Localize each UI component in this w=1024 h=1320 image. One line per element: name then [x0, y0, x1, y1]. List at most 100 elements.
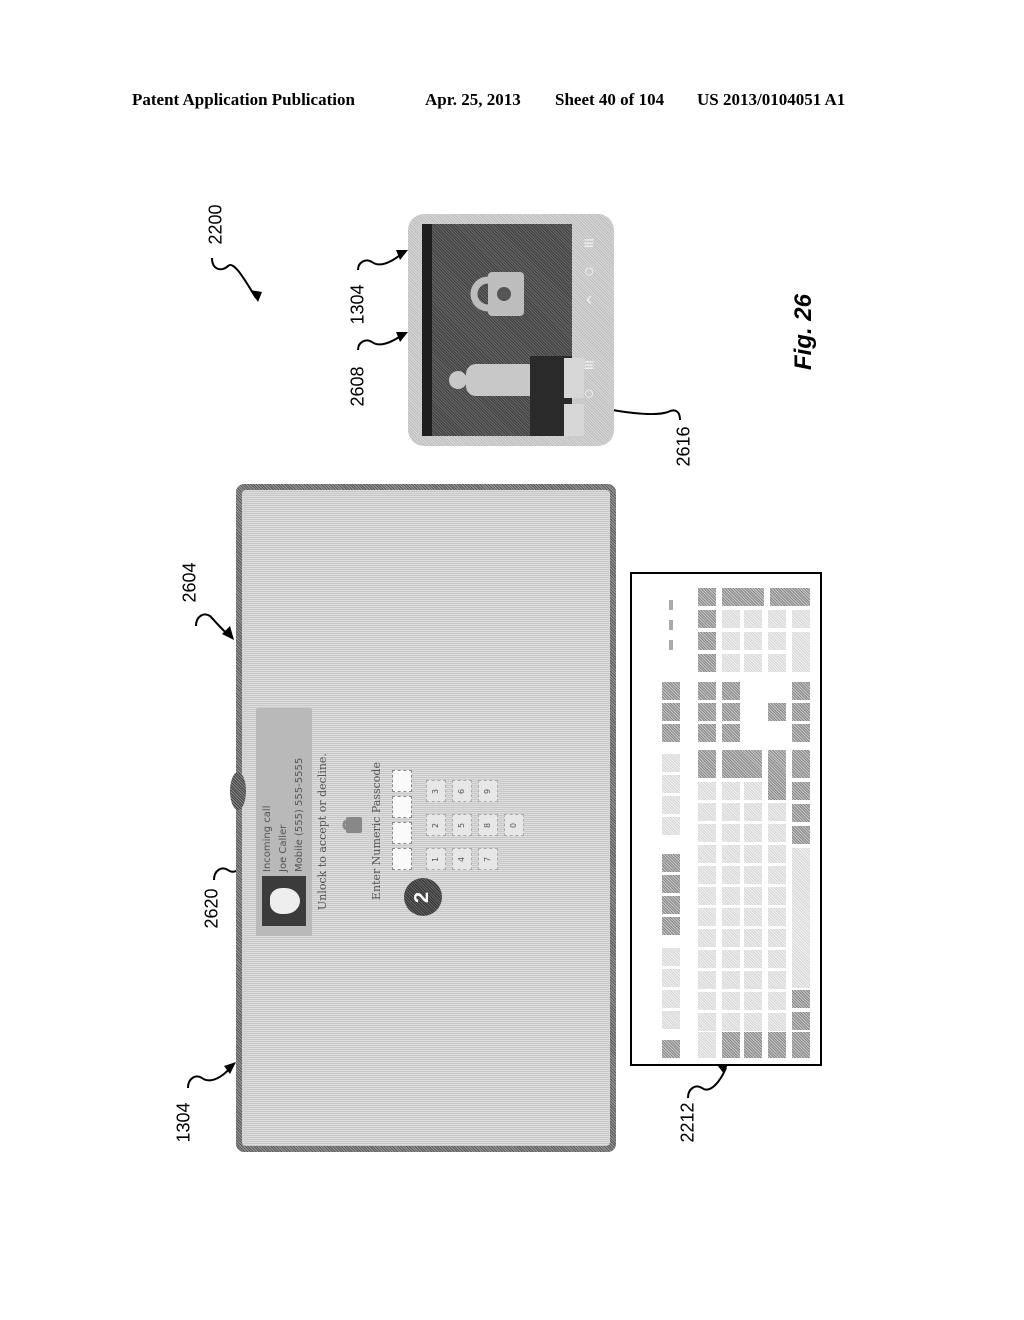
- keyboard-key[interactable]: [698, 782, 716, 800]
- keyboard-key[interactable]: [662, 969, 680, 987]
- keyboard-key[interactable]: [698, 866, 716, 884]
- keyboard-key[interactable]: [722, 1013, 740, 1031]
- keyboard-key[interactable]: [744, 908, 762, 926]
- keyboard-key[interactable]: [770, 588, 810, 606]
- keyboard-key[interactable]: [792, 724, 810, 742]
- keyboard-key[interactable]: [744, 971, 762, 989]
- keyboard-key[interactable]: [722, 1032, 740, 1058]
- keyboard-key[interactable]: [698, 803, 716, 821]
- keyboard-key[interactable]: [768, 971, 786, 989]
- keyboard-key[interactable]: [744, 950, 762, 968]
- keyboard-key[interactable]: [662, 682, 680, 700]
- keypad-key-7[interactable]: 7: [478, 848, 498, 870]
- keyboard-key[interactable]: [662, 703, 680, 721]
- keyboard-key[interactable]: [768, 866, 786, 884]
- keyboard-key[interactable]: [744, 992, 762, 1010]
- keyboard-key[interactable]: [744, 803, 762, 821]
- menu-icon[interactable]: ≡: [578, 232, 600, 254]
- keyboard-key[interactable]: [768, 887, 786, 905]
- keyboard-key[interactable]: [722, 654, 740, 672]
- keyboard-key[interactable]: [744, 824, 762, 842]
- keyboard-key[interactable]: [662, 990, 680, 1008]
- keyboard-key[interactable]: [722, 750, 762, 778]
- keyboard-key[interactable]: [722, 845, 740, 863]
- keyboard-key[interactable]: [698, 950, 716, 968]
- keyboard-key[interactable]: [722, 610, 740, 628]
- keyboard-key[interactable]: [768, 950, 786, 968]
- passcode-digit-4[interactable]: [392, 770, 412, 792]
- keyboard-key[interactable]: [722, 682, 740, 700]
- keyboard-key[interactable]: [744, 1013, 762, 1031]
- keyboard-key[interactable]: [744, 782, 762, 800]
- keyboard-key[interactable]: [698, 682, 716, 700]
- keyboard-key[interactable]: [698, 632, 716, 650]
- keyboard-key[interactable]: [662, 817, 680, 835]
- keyboard-key[interactable]: [792, 682, 810, 700]
- keyboard-key[interactable]: [722, 824, 740, 842]
- keyboard-key[interactable]: [722, 632, 740, 650]
- keypad-key-1[interactable]: 1: [426, 848, 446, 870]
- keyboard-key[interactable]: [792, 750, 810, 778]
- keyboard-key[interactable]: [662, 917, 680, 935]
- keyboard-key[interactable]: [792, 1012, 810, 1030]
- keyboard-key[interactable]: [792, 804, 810, 822]
- keyboard-key[interactable]: [744, 1032, 762, 1058]
- keyboard-key[interactable]: [792, 1032, 810, 1058]
- keyboard-key[interactable]: [792, 990, 810, 1008]
- keyboard-key[interactable]: [698, 971, 716, 989]
- keyboard-key[interactable]: [768, 824, 786, 842]
- keyboard-key[interactable]: [744, 654, 762, 672]
- keyboard-key[interactable]: [698, 1032, 716, 1058]
- keyboard-key[interactable]: [698, 724, 716, 742]
- keyboard-key[interactable]: [698, 824, 716, 842]
- keyboard-key[interactable]: [744, 845, 762, 863]
- keyboard-key[interactable]: [722, 866, 740, 884]
- home-icon[interactable]: ○: [578, 260, 600, 282]
- keyboard-key[interactable]: [662, 775, 680, 793]
- menu-icon[interactable]: ≡: [578, 354, 600, 376]
- keyboard-key[interactable]: [722, 929, 740, 947]
- passcode-digit-1[interactable]: [392, 848, 412, 870]
- keyboard-key[interactable]: [768, 703, 786, 721]
- keyboard-key[interactable]: [722, 588, 764, 606]
- keyboard-key[interactable]: [698, 929, 716, 947]
- keyboard-key[interactable]: [792, 826, 810, 844]
- keypad-key-5[interactable]: 5: [452, 814, 472, 836]
- accept-button[interactable]: [564, 404, 584, 436]
- keyboard-key[interactable]: [792, 632, 810, 672]
- keyboard-key[interactable]: [768, 632, 786, 650]
- keyboard-key[interactable]: [722, 803, 740, 821]
- incoming-call-notification[interactable]: Incoming call Joe Caller Mobile (555) 55…: [256, 708, 312, 936]
- keypad-key-0[interactable]: 0: [504, 814, 524, 836]
- back-icon[interactable]: ‹: [578, 288, 600, 310]
- keyboard-key[interactable]: [768, 908, 786, 926]
- keyboard-key[interactable]: [662, 1011, 680, 1029]
- keyboard-key[interactable]: [698, 610, 716, 628]
- keypad-key-4[interactable]: 4: [452, 848, 472, 870]
- keyboard-key[interactable]: [662, 796, 680, 814]
- keyboard-key[interactable]: [662, 1040, 680, 1058]
- keyboard-key[interactable]: [698, 845, 716, 863]
- passcode-digit-3[interactable]: [392, 796, 412, 818]
- keyboard-key[interactable]: [768, 750, 786, 800]
- keyboard-key[interactable]: [698, 887, 716, 905]
- keyboard-key[interactable]: [698, 654, 716, 672]
- keyboard-key[interactable]: [698, 908, 716, 926]
- home-icon[interactable]: ○: [578, 382, 600, 404]
- keyboard-key[interactable]: [662, 854, 680, 872]
- keypad-key-9[interactable]: 9: [478, 780, 498, 802]
- keypad-key-6[interactable]: 6: [452, 780, 472, 802]
- keyboard-key[interactable]: [722, 908, 740, 926]
- keyboard-key[interactable]: [722, 887, 740, 905]
- keypad-key-3[interactable]: 3: [426, 780, 446, 802]
- keyboard-key[interactable]: [722, 971, 740, 989]
- keyboard-key[interactable]: [768, 654, 786, 672]
- keyboard-key[interactable]: [744, 887, 762, 905]
- keyboard-key[interactable]: [698, 703, 716, 721]
- keyboard-key[interactable]: [722, 724, 740, 742]
- keyboard-key[interactable]: [768, 1013, 786, 1031]
- keyboard-key[interactable]: [768, 929, 786, 947]
- keyboard-key[interactable]: [722, 950, 740, 968]
- keypad-key-2[interactable]: 2: [426, 814, 446, 836]
- keyboard-key[interactable]: [792, 782, 810, 800]
